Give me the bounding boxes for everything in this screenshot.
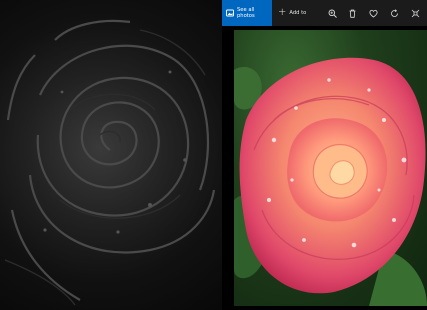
- edit-icon: [411, 9, 419, 17]
- delete-icon: [349, 9, 355, 18]
- favorite-button[interactable]: [366, 6, 380, 20]
- rotate-button[interactable]: [387, 6, 401, 20]
- rotate-icon: [390, 8, 398, 17]
- delete-button[interactable]: [345, 6, 359, 20]
- add-to-label: Add to: [289, 10, 307, 16]
- edge-filtered-rose-image: [0, 0, 222, 310]
- gallery-icon: [226, 9, 234, 17]
- zoom-button[interactable]: [325, 6, 339, 20]
- rose-photo: [234, 30, 427, 306]
- zoom-icon: [328, 9, 337, 18]
- edit-button[interactable]: [408, 6, 422, 20]
- see-all-photos-label: See all photos: [237, 7, 255, 19]
- photo-canvas: [222, 26, 427, 310]
- add-to-button[interactable]: + Add to: [278, 8, 306, 18]
- favorite-icon: [368, 9, 378, 17]
- photo-viewer-toolbar: See all photos + Add to: [222, 0, 427, 26]
- plus-icon: +: [278, 7, 287, 18]
- see-all-photos-button[interactable]: See all photos: [222, 0, 272, 26]
